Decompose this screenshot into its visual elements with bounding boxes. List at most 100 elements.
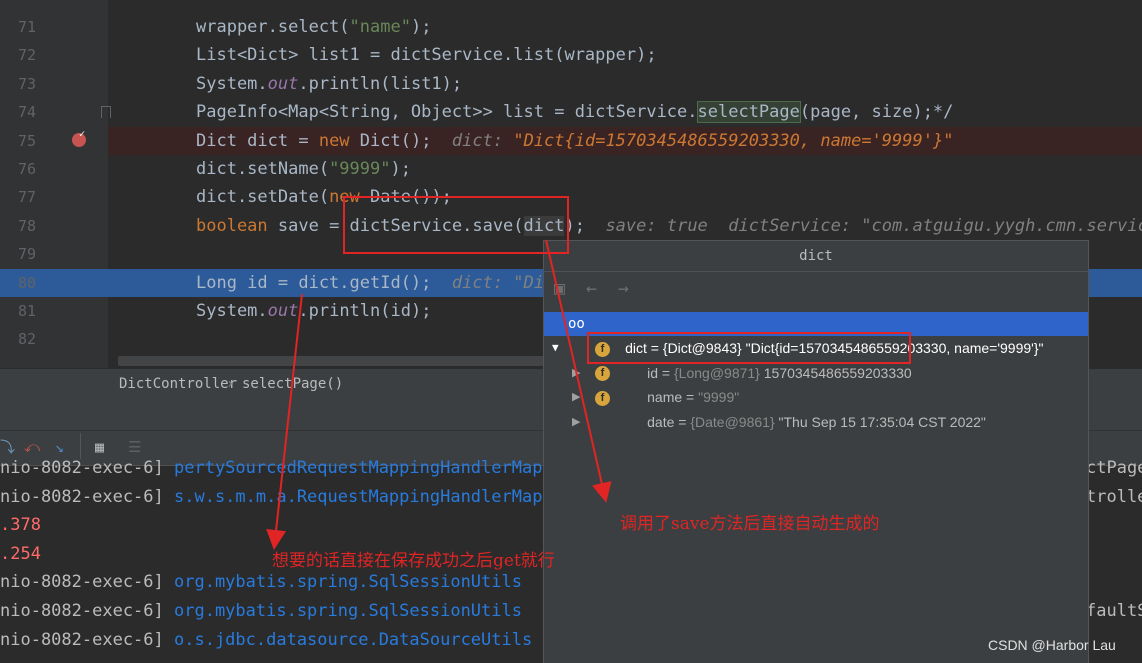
console-line: .378	[0, 511, 41, 539]
code-token: Dict();	[349, 130, 452, 151]
line-number-text: 76	[17, 160, 36, 178]
console-thread: nio-8082-exec-6]	[0, 601, 174, 621]
breakpoint-check-icon: ✓	[79, 129, 86, 140]
console-logger[interactable]: s.w.s.m.m.a.RequestMappingHandlerMappi	[174, 487, 563, 507]
line-number[interactable]: 81	[0, 297, 108, 325]
console-thread: .378	[0, 515, 41, 536]
code-token: "9999"	[329, 159, 391, 179]
line-number[interactable]: 80	[0, 268, 108, 297]
code-text: Dict dict = new Dict(); dict: "Dict{id=1…	[196, 127, 953, 155]
line-number[interactable]: 79	[0, 240, 108, 268]
line-number-text: 81	[17, 302, 36, 320]
code-line[interactable]: dict.setName("9999");	[108, 155, 1142, 183]
console-thread: nio-8082-exec-6]	[0, 486, 174, 507]
code-line[interactable]: List<Dict> list1 = dictService.list(wrap…	[108, 41, 1142, 69]
code-token: PageInfo<Map<String, Object>> list = dic…	[196, 102, 698, 123]
field-icon: f	[595, 366, 610, 381]
console-line-tail: trolle	[1086, 486, 1142, 507]
line-number[interactable]: 71	[0, 13, 108, 41]
code-token: out	[267, 73, 299, 94]
code-token: save: true dictService: "com.atguigu.yyg…	[605, 215, 1142, 236]
code-text: System.out.println(list1);	[196, 70, 462, 98]
line-number-text: 78	[17, 216, 36, 235]
watch-icon[interactable]: ▣	[554, 278, 565, 300]
console-thread: nio-8082-exec-6]	[0, 629, 174, 650]
line-number-text: 79	[17, 245, 36, 264]
code-token: dict: "Dic	[451, 272, 555, 293]
code-line[interactable]: PageInfo<Map<String, Object>> list = dic…	[108, 98, 1142, 126]
code-token: List<Dict> list1 = dictService.list(wrap…	[196, 45, 657, 66]
console-line: nio-8082-exec-6] o.s.jdbc.datasource.Dat…	[0, 626, 532, 654]
code-text: dict.setName("9999");	[196, 155, 411, 183]
code-token: System.	[196, 73, 268, 94]
code-line[interactable]: System.out.println(list1);	[108, 70, 1142, 98]
line-number-text: 82	[17, 330, 36, 349]
code-text: PageInfo<Map<String, Object>> list = dic…	[196, 98, 953, 126]
fold-icon[interactable]	[101, 106, 111, 118]
line-number-text: 71	[17, 18, 36, 36]
line-number[interactable]: 72	[0, 41, 108, 69]
code-token: (page, size);*/	[799, 102, 954, 123]
console-line: .254	[0, 540, 41, 568]
console-logger[interactable]: org.mybatis.spring.SqlSessionUtils	[174, 601, 522, 621]
line-number[interactable]: 76	[0, 155, 108, 183]
line-number[interactable]: 75	[0, 127, 108, 155]
line-number[interactable]: 73	[0, 70, 108, 98]
line-number-text: 77	[17, 188, 36, 207]
code-token: dict.setName(	[196, 159, 330, 179]
code-token: out	[267, 301, 299, 321]
code-line[interactable]: boolean save = dictService.save(dict); s…	[108, 212, 1142, 240]
forward-icon[interactable]: →	[618, 278, 629, 300]
code-line[interactable]: dict.setDate(new Date());	[108, 183, 1142, 211]
line-number[interactable]: 78	[0, 212, 108, 240]
code-token: Long id = dict.getId();	[196, 272, 452, 293]
field-name: date	[647, 414, 675, 430]
debug-inspect-popup: dict ▣ ← → ▼ oo dict = {Dict@9843} "Dict…	[543, 240, 1089, 663]
tree-field-row[interactable]: ▶ f name = "9999"	[544, 361, 1088, 405]
console-logger[interactable]: org.mybatis.spring.SqlSessionUtils	[174, 572, 522, 592]
code-token: );	[390, 159, 411, 179]
line-number[interactable]: 82	[0, 325, 108, 353]
code-token: Dict dict =	[196, 130, 319, 151]
line-number-text: 74	[17, 103, 36, 122]
watermark: CSDN @Harbor Lau	[988, 637, 1116, 653]
console-line: nio-8082-exec-6] org.mybatis.spring.SqlS…	[0, 568, 522, 596]
code-token: new	[318, 130, 350, 151]
tree-field-row[interactable]: ▶ f date = {Date@9861} "Thu Sep 15 17:35…	[544, 386, 1088, 430]
console-logger[interactable]: pertySourcedRequestMappingHandlerMappi	[174, 458, 563, 478]
back-icon[interactable]: ←	[586, 278, 597, 300]
console-line-tail: faultS	[1086, 601, 1142, 621]
line-number[interactable]: 74	[0, 98, 108, 126]
code-token: dict.setDate(	[196, 187, 330, 208]
expand-arrow-icon[interactable]: ▶	[572, 410, 580, 434]
code-token: System.	[196, 301, 268, 321]
code-token: );	[410, 17, 432, 37]
code-token: boolean	[196, 215, 268, 236]
breadcrumb-method[interactable]: selectPage()	[242, 369, 343, 399]
line-number-text: 73	[17, 74, 36, 93]
code-text: System.out.println(id);	[196, 297, 431, 325]
console-line: nio-8082-exec-6] org.mybatis.spring.SqlS…	[0, 597, 522, 625]
code-token: "name"	[349, 17, 411, 37]
breadcrumb-separator: ›	[226, 376, 235, 392]
console-logger[interactable]: o.s.jdbc.datasource.DataSourceUtils	[174, 630, 532, 650]
line-number[interactable]: 77	[0, 183, 108, 211]
annotation-box-id-field	[587, 332, 911, 364]
code-line[interactable]: wrapper.select("name");	[108, 13, 1142, 41]
line-number-text: 75	[17, 131, 36, 150]
field-icon: f	[595, 391, 610, 406]
code-token: dict:	[451, 130, 514, 151]
horizontal-scrollbar[interactable]	[118, 356, 548, 366]
line-number-text: 72	[17, 46, 36, 65]
field-ref: {Date@9861}	[690, 414, 775, 430]
annotation-box-save-call	[343, 196, 569, 254]
line-number-text: 80	[17, 273, 36, 292]
code-line[interactable]: Dict dict = new Dict(); dict: "Dict{id=1…	[108, 126, 1142, 155]
code-token: "Dict{id=1570345486559203330, name='9999…	[513, 130, 954, 151]
code-text: List<Dict> list1 = dictService.list(wrap…	[196, 41, 657, 69]
popup-toolbar: ▣ ← →	[544, 272, 1088, 308]
code-token: );	[564, 215, 606, 236]
field-value: "Thu Sep 15 17:35:04 CST 2022"	[778, 414, 986, 430]
console-line: nio-8082-exec-6] s.w.s.m.m.a.RequestMapp…	[0, 483, 563, 511]
breadcrumb-class[interactable]: DictController	[119, 369, 237, 399]
